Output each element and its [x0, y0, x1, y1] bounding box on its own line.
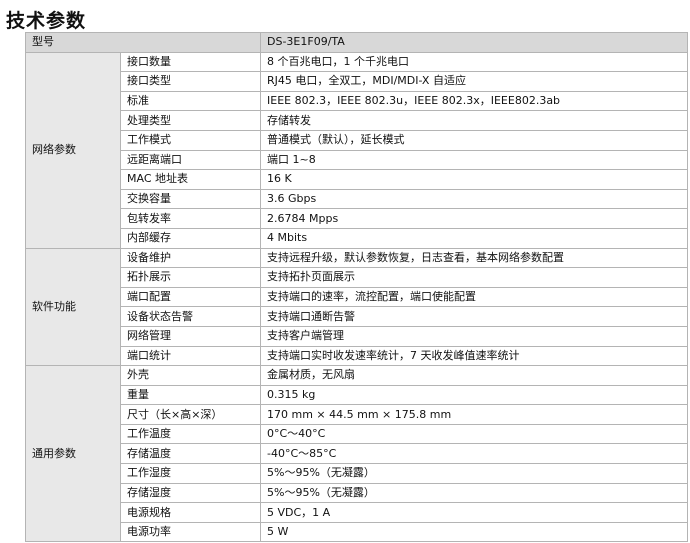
- table-row: 网络参数 接口数量 8 个百兆电口，1 个千兆电口: [25, 51, 688, 249]
- param-name: MAC 地址表: [120, 169, 261, 190]
- param-name: 电源规格: [120, 502, 261, 523]
- param-name: 工作模式: [120, 129, 261, 151]
- table-row: 工作模式 普通模式（默认），延长模式: [26, 129, 688, 151]
- table-row: 通用参数 外壳 金属材质，无风扇: [25, 365, 688, 543]
- param-value: 0.315 kg: [260, 384, 688, 406]
- table-row: 软件功能 设备维护 支持远程升级，默认参数恢复，日志查看，基本网络参数配置: [25, 247, 688, 367]
- table-row: 工作温度 0°C～40°C: [26, 423, 688, 445]
- param-name: 端口统计: [120, 345, 261, 367]
- table-row: 电源规格 5 VDC，1 A: [26, 502, 688, 523]
- table-row: 处理类型 存储转发: [26, 110, 688, 131]
- param-value: IEEE 802.3，IEEE 802.3u，IEEE 802.3x，IEEE8…: [260, 90, 688, 112]
- param-value: 存储转发: [260, 110, 688, 131]
- param-name: 拓扑展示: [120, 267, 261, 288]
- group-label: 通用参数: [25, 365, 121, 543]
- table-row: 包转发率 2.6784 Mpps: [26, 208, 688, 229]
- table-row: 尺寸（长×高×深） 170 mm × 44.5 mm × 175.8 mm: [26, 404, 688, 425]
- param-name: 设备状态告警: [120, 306, 261, 327]
- param-value: 普通模式（默认），延长模式: [260, 129, 688, 151]
- param-value: RJ45 电口，全双工，MDI/MDI-X 自适应: [260, 71, 688, 92]
- table-row: 内部缓存 4 Mbits: [26, 227, 688, 249]
- param-value: 0°C～40°C: [260, 423, 688, 445]
- param-name: 工作湿度: [120, 463, 261, 484]
- param-value: 金属材质，无风扇: [260, 365, 688, 386]
- param-value: 5%～95%（无凝露）: [260, 463, 688, 484]
- model-label: 型号: [25, 32, 261, 53]
- param-value: 支持端口的速率，流控配置，端口使能配置: [260, 286, 688, 308]
- param-value: 16 K: [260, 169, 688, 190]
- param-name: 存储温度: [120, 443, 261, 465]
- param-value: 8 个百兆电口，1 个千兆电口: [260, 51, 688, 73]
- table-row: 设备状态告警 支持端口通断告警: [26, 306, 688, 327]
- model-value: DS-3E1F09/TA: [260, 32, 688, 53]
- table-row: MAC 地址表 16 K: [26, 169, 688, 190]
- table-row: 存储温度 -40°C～85°C: [26, 443, 688, 465]
- param-value: 端口 1~8: [260, 149, 688, 171]
- param-value: 5%～95%（无凝露）: [260, 482, 688, 504]
- param-name: 处理类型: [120, 110, 261, 131]
- param-value: 支持客户端管理: [260, 325, 688, 347]
- table-row: 远距离端口 端口 1~8: [26, 149, 688, 171]
- table-row: 网络管理 支持客户端管理: [26, 325, 688, 347]
- page-title: 技术参数: [6, 10, 87, 32]
- table-row: 交换容量 3.6 Gbps: [26, 188, 688, 210]
- table-row: 端口配置 支持端口的速率，流控配置，端口使能配置: [26, 286, 688, 308]
- spec-table: 型号 DS-3E1F09/TA 网络参数 接口数量 8 个百兆电口，1 个千兆电口接…: [25, 32, 688, 543]
- param-value: 5 W: [260, 521, 688, 543]
- param-name: 网络管理: [120, 325, 261, 347]
- param-name: 设备维护: [120, 247, 261, 269]
- param-value: 3.6 Gbps: [260, 188, 688, 210]
- param-value: 支持拓扑页面展示: [260, 267, 688, 288]
- param-value: 4 Mbits: [260, 227, 688, 249]
- table-row: 端口统计 支持端口实时收发速率统计，7 天收发峰值速率统计: [26, 345, 688, 367]
- param-name: 远距离端口: [120, 149, 261, 171]
- table-header-row: 型号 DS-3E1F09/TA: [25, 32, 688, 53]
- param-name: 存储湿度: [120, 482, 261, 504]
- table-row: 电源功率 5 W: [26, 521, 688, 543]
- param-value: -40°C～85°C: [260, 443, 688, 465]
- param-value: 支持端口通断告警: [260, 306, 688, 327]
- table-row: 存储湿度 5%～95%（无凝露）: [26, 482, 688, 504]
- param-name: 标准: [120, 90, 261, 112]
- param-name: 内部缓存: [120, 227, 261, 249]
- table-row: 拓扑展示 支持拓扑页面展示: [26, 267, 688, 288]
- table-row: 重量 0.315 kg: [26, 384, 688, 406]
- param-name: 重量: [120, 384, 261, 406]
- param-value: 支持远程升级，默认参数恢复，日志查看，基本网络参数配置: [260, 247, 688, 269]
- param-name: 工作温度: [120, 423, 261, 445]
- param-name: 接口数量: [120, 51, 261, 73]
- group-label: 网络参数: [25, 51, 121, 249]
- param-name: 包转发率: [120, 208, 261, 229]
- table-row: 标准 IEEE 802.3，IEEE 802.3u，IEEE 802.3x，IEE…: [26, 90, 688, 112]
- param-value: 5 VDC，1 A: [260, 502, 688, 523]
- param-value: 2.6784 Mpps: [260, 208, 688, 229]
- param-name: 接口类型: [120, 71, 261, 92]
- param-name: 端口配置: [120, 286, 261, 308]
- param-name: 外壳: [120, 365, 261, 386]
- param-value: 170 mm × 44.5 mm × 175.8 mm: [260, 404, 688, 425]
- table-row: 接口类型 RJ45 电口，全双工，MDI/MDI-X 自适应: [26, 71, 688, 92]
- table-row: 工作湿度 5%～95%（无凝露）: [26, 463, 688, 484]
- group-label: 软件功能: [25, 247, 121, 367]
- param-value: 支持端口实时收发速率统计，7 天收发峰值速率统计: [260, 345, 688, 367]
- param-name: 尺寸（长×高×深）: [120, 404, 261, 425]
- param-name: 电源功率: [120, 521, 261, 543]
- param-name: 交换容量: [120, 188, 261, 210]
